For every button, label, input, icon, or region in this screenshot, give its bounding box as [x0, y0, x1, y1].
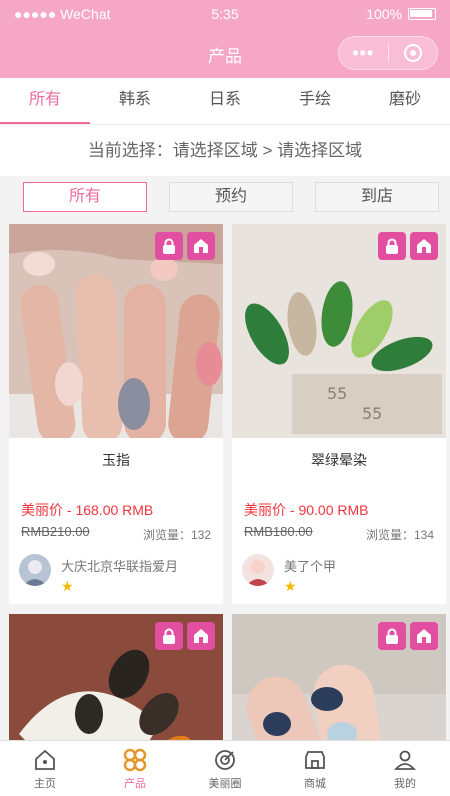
nav-products[interactable]: 产品 [90, 741, 180, 796]
filter-bar: 所有 预约 到店 [0, 176, 450, 220]
close-button[interactable] [388, 44, 437, 62]
mini-program-capsule: ••• [338, 36, 438, 70]
svg-text:55: 55 [327, 384, 347, 403]
nav-label: 商城 [304, 778, 326, 790]
store-icon [410, 622, 438, 650]
original-price: RMB210.00 [21, 524, 90, 539]
bottom-tab-bar: 主页 产品 美丽圈 商城 我的 [0, 740, 450, 796]
store-icon [187, 232, 215, 260]
region-selector[interactable]: 当前选择：请选择区域 > 请选择区域 [0, 124, 450, 176]
store-icon [187, 622, 215, 650]
product-price: 美丽价 - 90.00 RMB [244, 502, 369, 518]
battery-group: 100% [366, 6, 436, 22]
nav-label: 主页 [34, 778, 56, 790]
battery-icon [408, 8, 436, 20]
product-price: 美丽价 - 168.00 RMB [21, 502, 154, 518]
svg-text:55: 55 [362, 404, 382, 423]
filter-in-store[interactable]: 到店 [315, 182, 439, 212]
lock-icon [155, 232, 183, 260]
nav-label: 美丽圈 [208, 778, 242, 790]
product-card[interactable]: 玉指 美丽价 - 168.00 RMB RMB210.00 浏览量：132 大庆… [9, 224, 223, 604]
view-count: 浏览量：134 [365, 528, 434, 542]
product-name: 翠绿晕染 [311, 452, 367, 468]
product-card[interactable] [232, 614, 446, 740]
status-bar: ●●●●● WeChat 5:35 100% [0, 0, 450, 30]
tab-hand-painted[interactable]: 手绘 [270, 78, 360, 124]
tab-all[interactable]: 所有 [0, 78, 90, 124]
badge-group [155, 622, 215, 650]
lock-icon [378, 232, 406, 260]
filter-appointment[interactable]: 预约 [169, 182, 293, 212]
product-card[interactable] [9, 614, 223, 740]
view-count: 浏览量：132 [142, 528, 211, 542]
more-button[interactable]: ••• [339, 43, 388, 64]
badge-group [155, 232, 215, 260]
category-tabs: 所有 韩系 日系 手绘 磨砂 [0, 78, 450, 124]
product-card[interactable]: 55 55 翠绿晕染 美丽价 - 90.00 RMB RMB180.00 浏览量… [232, 224, 446, 604]
shop-icon [305, 751, 325, 769]
tab-japanese[interactable]: 日系 [180, 78, 270, 124]
home-icon [35, 749, 55, 770]
target-icon [215, 750, 235, 770]
tab-matte[interactable]: 磨砂 [360, 78, 450, 124]
star-icon: ★ [284, 578, 297, 594]
lock-icon [378, 622, 406, 650]
star-icon: ★ [61, 578, 74, 594]
badge-group [378, 232, 438, 260]
original-price: RMB180.00 [244, 524, 313, 539]
target-icon [403, 44, 422, 62]
nav-label: 我的 [394, 778, 416, 790]
nav-home[interactable]: 主页 [0, 741, 90, 796]
author-name[interactable]: 美了个甲 [284, 556, 336, 575]
user-icon [393, 750, 417, 770]
badge-group [378, 622, 438, 650]
filter-all[interactable]: 所有 [23, 182, 147, 212]
clover-icon [123, 748, 147, 772]
nav-mall[interactable]: 商城 [270, 741, 360, 796]
nav-mine[interactable]: 我的 [360, 741, 450, 796]
author-name[interactable]: 大庆北京华联指爱月 [61, 556, 178, 575]
nav-beauty-circle[interactable]: 美丽圈 [180, 741, 270, 796]
product-name: 玉指 [102, 452, 130, 468]
store-icon [410, 232, 438, 260]
tab-korean[interactable]: 韩系 [90, 78, 180, 124]
avatar[interactable] [242, 554, 274, 586]
nav-bar: 产品 ••• [0, 30, 450, 78]
nav-label: 产品 [124, 778, 146, 790]
avatar[interactable] [19, 554, 51, 586]
battery-percent: 100% [366, 6, 402, 22]
lock-icon [155, 622, 183, 650]
